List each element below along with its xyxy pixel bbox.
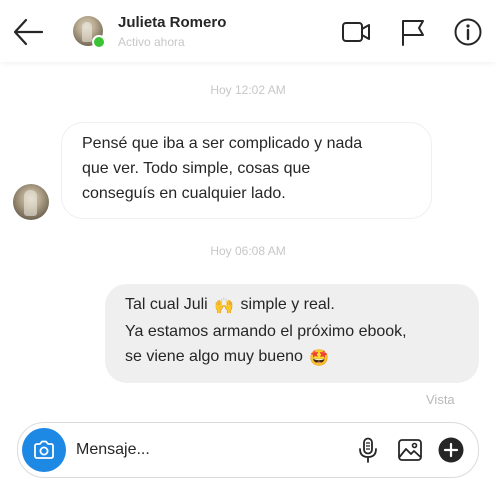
message-line: conseguís en cualquier lado.	[82, 185, 286, 202]
message-composer	[17, 422, 479, 478]
back-arrow-icon	[13, 18, 44, 46]
sender-avatar[interactable]	[13, 184, 49, 220]
timestamp: Hoy 06:08 AM	[210, 244, 286, 258]
voice-message-button[interactable]	[355, 437, 381, 463]
video-call-button[interactable]	[341, 17, 371, 47]
incoming-message-bubble[interactable]: Pensé que iba a ser complicado y nada qu…	[61, 122, 432, 219]
camera-icon	[34, 440, 54, 459]
camera-button[interactable]	[22, 428, 66, 472]
contact-name[interactable]: Julieta Romero	[118, 14, 226, 31]
plus-icon	[438, 437, 464, 463]
send-image-button[interactable]	[397, 437, 423, 463]
message-line: Ya estamos armando el próximo ebook,	[125, 323, 407, 340]
flag-icon	[402, 20, 424, 46]
chat-header: Julieta Romero Activo ahora	[0, 0, 496, 62]
message-input[interactable]	[76, 436, 336, 464]
back-button[interactable]	[12, 14, 44, 50]
info-icon	[454, 18, 482, 46]
message-text: se viene algo muy bueno	[125, 348, 303, 365]
video-camera-icon	[342, 22, 370, 42]
message-text: Tal cual Juli	[125, 296, 208, 313]
seen-indicator: Vista	[426, 392, 455, 407]
report-button[interactable]	[398, 17, 428, 47]
star-struck-emoji-icon: 🤩	[309, 350, 330, 367]
message-line: que ver. Todo simple, cosas que	[82, 160, 311, 177]
raising-hands-emoji-icon: 🙌	[214, 298, 235, 315]
info-button[interactable]	[453, 17, 483, 47]
header-avatar[interactable]	[73, 16, 106, 49]
contact-status: Activo ahora	[118, 35, 185, 49]
message-line: Tal cual Juli 🙌 simple y real.	[125, 292, 457, 319]
message-line: Pensé que iba a ser complicado y nada	[82, 135, 363, 152]
microphone-icon	[359, 437, 377, 463]
image-icon	[398, 439, 422, 461]
more-options-button[interactable]	[438, 437, 464, 463]
timestamp: Hoy 12:02 AM	[210, 83, 286, 97]
message-text: simple y real.	[240, 296, 335, 313]
online-status-dot	[92, 35, 106, 49]
outgoing-message-bubble[interactable]: Tal cual Juli 🙌 simple y real. Ya estamo…	[105, 284, 479, 383]
message-line: se viene algo muy bueno 🤩	[125, 344, 457, 371]
